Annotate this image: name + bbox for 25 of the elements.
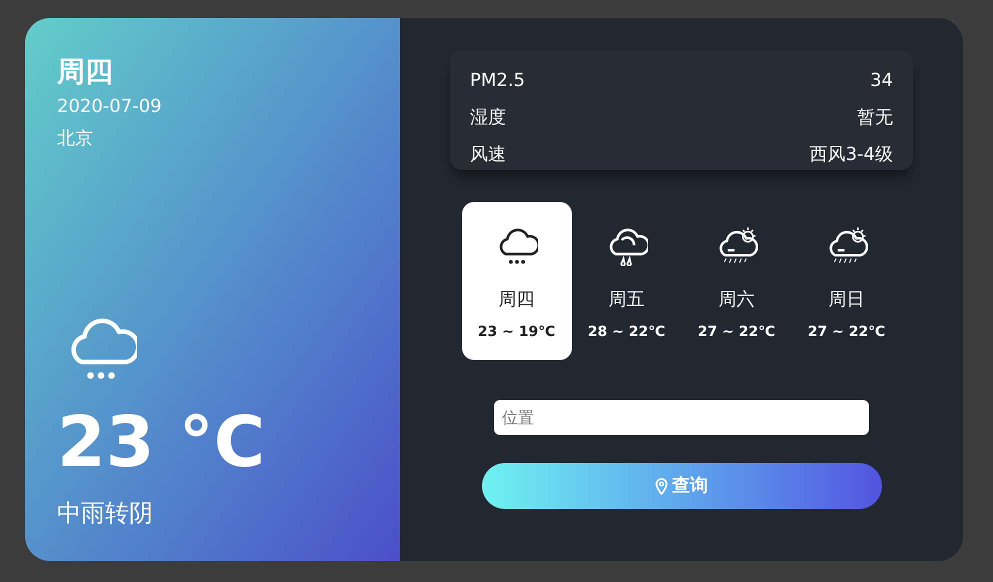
forecast-day[interactable]: 周日 27 ~ 22℃ — [792, 202, 902, 360]
city-text: 北京 — [57, 127, 94, 151]
detail-label: 湿度 — [470, 106, 506, 130]
forecast-range: 27 ~ 22℃ — [808, 323, 886, 342]
forecast-day[interactable]: 周四 23 ~ 19℃ — [462, 202, 572, 360]
forecast-range: 28 ~ 22℃ — [588, 323, 666, 342]
weather-description: 中雨转阴 — [57, 498, 154, 529]
weekday-title: 周四 — [57, 54, 114, 89]
forecast-range: 23 ~ 19℃ — [478, 323, 556, 342]
location-field[interactable]: 位置 — [494, 400, 869, 435]
detail-label: 风速 — [470, 143, 506, 167]
forecast-day[interactable]: 周六 27 ~ 22℃ — [682, 202, 792, 360]
detail-value: 西风3-4级 — [810, 143, 893, 167]
forecast-range: 27 ~ 22℃ — [698, 323, 776, 342]
temperature-text: 23 °C — [57, 407, 266, 477]
forecast-weekday: 周日 — [828, 288, 864, 312]
detail-value: 暂无 — [857, 106, 893, 130]
date-text: 2020-07-09 — [57, 95, 163, 119]
location-pin-icon — [655, 478, 668, 494]
forecast-weekday: 周五 — [608, 288, 644, 312]
detail-value: 34 — [870, 69, 893, 93]
forecast-day[interactable]: 周五 28 ~ 22℃ — [572, 202, 682, 360]
forecast-weekday: 周四 — [498, 288, 534, 312]
forecast-weekday: 周六 — [718, 288, 754, 312]
detail-label: PM2.5 — [470, 69, 526, 93]
